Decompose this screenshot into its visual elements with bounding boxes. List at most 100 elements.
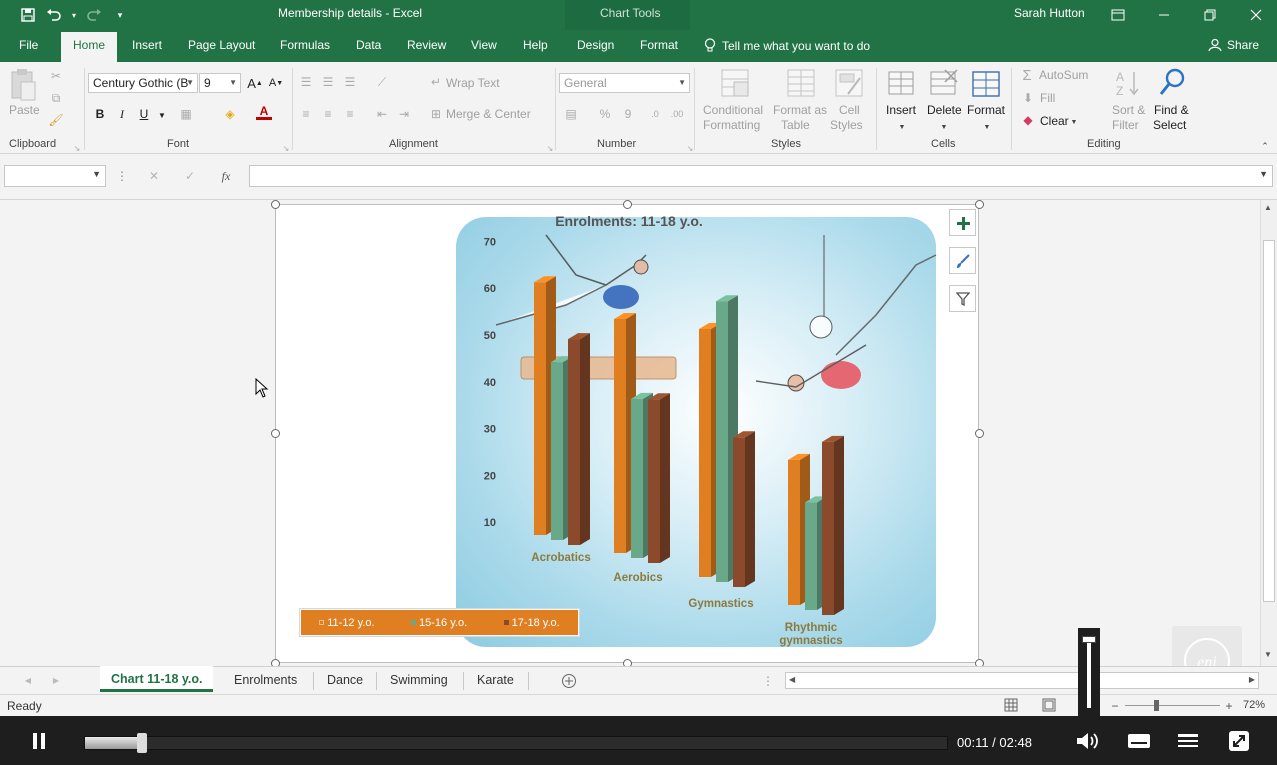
vertical-scrollbar[interactable]: ▲ ▼ (1260, 200, 1277, 666)
autosum-icon[interactable]: Σ (1019, 67, 1035, 84)
undo-dropdown-icon[interactable]: ▾ (70, 5, 78, 25)
eraser-icon[interactable]: ◆ (1020, 112, 1036, 128)
insert-cells-icon[interactable] (887, 68, 915, 98)
orientation-icon[interactable]: ⟋ (374, 74, 390, 90)
autosum-label[interactable]: AutoSum (1039, 68, 1088, 83)
customize-qat-icon[interactable]: ▾ (110, 5, 130, 25)
find-select-label-2[interactable]: Select (1153, 118, 1186, 133)
chevron-down-icon[interactable]: ▼ (894, 119, 910, 135)
tab-page-layout[interactable]: Page Layout (188, 38, 255, 52)
resize-handle[interactable] (975, 200, 984, 209)
volume-knob[interactable] (1082, 636, 1096, 643)
conditional-formatting-icon[interactable] (720, 68, 752, 98)
resize-handle[interactable] (623, 200, 632, 209)
copy-icon[interactable]: ⧉ (48, 90, 64, 106)
font-name-combo[interactable]: Century Gothic (B ▼ (88, 73, 198, 93)
bar-17-18-y-o--acrobatics[interactable] (568, 333, 590, 545)
volume-slider-popup[interactable] (1078, 628, 1100, 716)
decrease-indent-icon[interactable]: ⇤ (374, 106, 390, 122)
increase-decimal-icon[interactable]: .0 (647, 106, 663, 122)
volume-button[interactable] (1073, 726, 1103, 756)
scroll-right-icon[interactable]: ▶ (1249, 675, 1255, 684)
scroll-thumb[interactable] (1263, 240, 1275, 602)
cell-styles-label-1[interactable]: Cell (839, 103, 860, 118)
chevron-down-icon[interactable]: ▼ (979, 119, 995, 135)
tab-design[interactable]: Design (577, 38, 614, 52)
fill-color-icon[interactable]: ◈ (222, 106, 238, 122)
horizontal-scrollbar[interactable]: ◀ ▶ (785, 672, 1259, 689)
clear-label[interactable]: Clear (1040, 114, 1069, 129)
chart-title[interactable]: Enrolments: 11-18 y.o. (555, 213, 703, 229)
fullscreen-button[interactable] (1224, 726, 1254, 756)
ribbon-display-options-icon[interactable] (1108, 5, 1128, 25)
tab-insert[interactable]: Insert (132, 38, 162, 52)
percent-style-button[interactable]: % (597, 106, 613, 122)
cut-icon[interactable]: ✂ (48, 68, 64, 84)
comma-style-button[interactable]: 9 (620, 106, 636, 122)
sort-filter-icon[interactable]: AZ (1114, 68, 1144, 98)
chart-styles-button[interactable] (949, 247, 976, 274)
align-left-icon[interactable]: ≡ (298, 106, 314, 122)
normal-view-icon[interactable] (1004, 698, 1018, 712)
format-as-table-label-1[interactable]: Format as (773, 103, 827, 118)
format-cells-label[interactable]: Format (967, 103, 1005, 118)
minimize-icon[interactable] (1154, 5, 1174, 25)
tab-home[interactable]: Home (61, 32, 118, 62)
scroll-left-icon[interactable]: ◀ (789, 675, 795, 684)
wrap-text-icon[interactable]: ↵ (428, 74, 444, 90)
tab-help[interactable]: Help (523, 38, 548, 52)
bar-17-18-y-o--rhythmic-gymnastics[interactable] (822, 435, 844, 615)
page-layout-view-icon[interactable] (1042, 698, 1056, 712)
increase-font-size-icon[interactable]: A ▲ (247, 75, 263, 91)
next-sheet-icon[interactable]: ▶ (48, 672, 64, 688)
fill-label[interactable]: Fill (1040, 91, 1055, 106)
tab-data[interactable]: Data (356, 38, 381, 52)
cell-styles-icon[interactable] (834, 68, 866, 98)
video-progress-knob[interactable] (137, 733, 148, 753)
top-align-icon[interactable]: ☰ (298, 74, 314, 90)
wrap-text-label[interactable]: Wrap Text (446, 76, 500, 91)
zoom-out-icon[interactable]: − (1107, 698, 1123, 714)
sheet-tab-chart[interactable]: Chart 11-18 y.o. (100, 666, 214, 692)
chevron-down-icon[interactable]: ▼ (936, 119, 952, 135)
restore-icon[interactable] (1200, 5, 1220, 25)
sheet-tab-dance[interactable]: Dance (327, 673, 363, 687)
user-name[interactable]: Sarah Hutton (1014, 6, 1085, 20)
decrease-decimal-icon[interactable]: .00 (669, 106, 685, 122)
zoom-in-icon[interactable]: + (1221, 698, 1237, 714)
number-format-combo[interactable]: General ▼ (559, 73, 690, 93)
insert-function-button[interactable]: fx (218, 168, 234, 184)
expand-formula-bar-icon[interactable]: ▼ (1259, 169, 1268, 179)
paste-label[interactable]: Paste (9, 103, 40, 118)
sort-filter-label-1[interactable]: Sort & (1112, 103, 1145, 118)
chart-filters-button[interactable] (949, 285, 976, 312)
middle-align-icon[interactable]: ☰ (320, 74, 336, 90)
share-button[interactable]: Share (1208, 38, 1259, 52)
close-icon[interactable] (1246, 5, 1266, 25)
format-as-table-label-2[interactable]: Table (781, 118, 810, 133)
font-color-icon[interactable]: A (256, 104, 272, 120)
video-progress-bar[interactable] (84, 733, 948, 753)
tab-file[interactable]: File (19, 38, 38, 52)
paste-icon[interactable] (9, 68, 39, 104)
bar-17-18-y-o--gymnastics[interactable] (733, 431, 755, 587)
collapse-ribbon-icon[interactable]: ⌃ (1257, 138, 1273, 154)
fill-down-icon[interactable]: ⬇ (1020, 90, 1036, 106)
sheet-tab-karate[interactable]: Karate (477, 673, 514, 687)
formula-input[interactable]: ▼ (249, 165, 1273, 187)
conditional-formatting-label-2[interactable]: Formatting (703, 118, 760, 133)
bar-17-18-y-o--aerobics[interactable] (648, 393, 670, 563)
bold-button[interactable]: B (92, 106, 108, 122)
merge-center-icon[interactable]: ⊞ (428, 106, 444, 122)
decrease-font-size-icon[interactable]: A ▼ (268, 75, 284, 91)
accounting-format-icon[interactable]: ▤ (563, 106, 579, 122)
zoom-slider[interactable] (1125, 705, 1220, 706)
tab-view[interactable]: View (471, 38, 497, 52)
cell-styles-label-2[interactable]: Styles (830, 118, 863, 133)
sheet-tab-swimming[interactable]: Swimming (390, 673, 448, 687)
find-select-label-1[interactable]: Find & (1154, 103, 1189, 118)
increase-indent-icon[interactable]: ⇥ (396, 106, 412, 122)
chevron-down-icon[interactable]: ▼ (1066, 114, 1082, 130)
tab-split-handle-icon[interactable]: ⋮ (760, 673, 776, 689)
sheet-tab-enrolments[interactable]: Enrolments (234, 673, 297, 687)
